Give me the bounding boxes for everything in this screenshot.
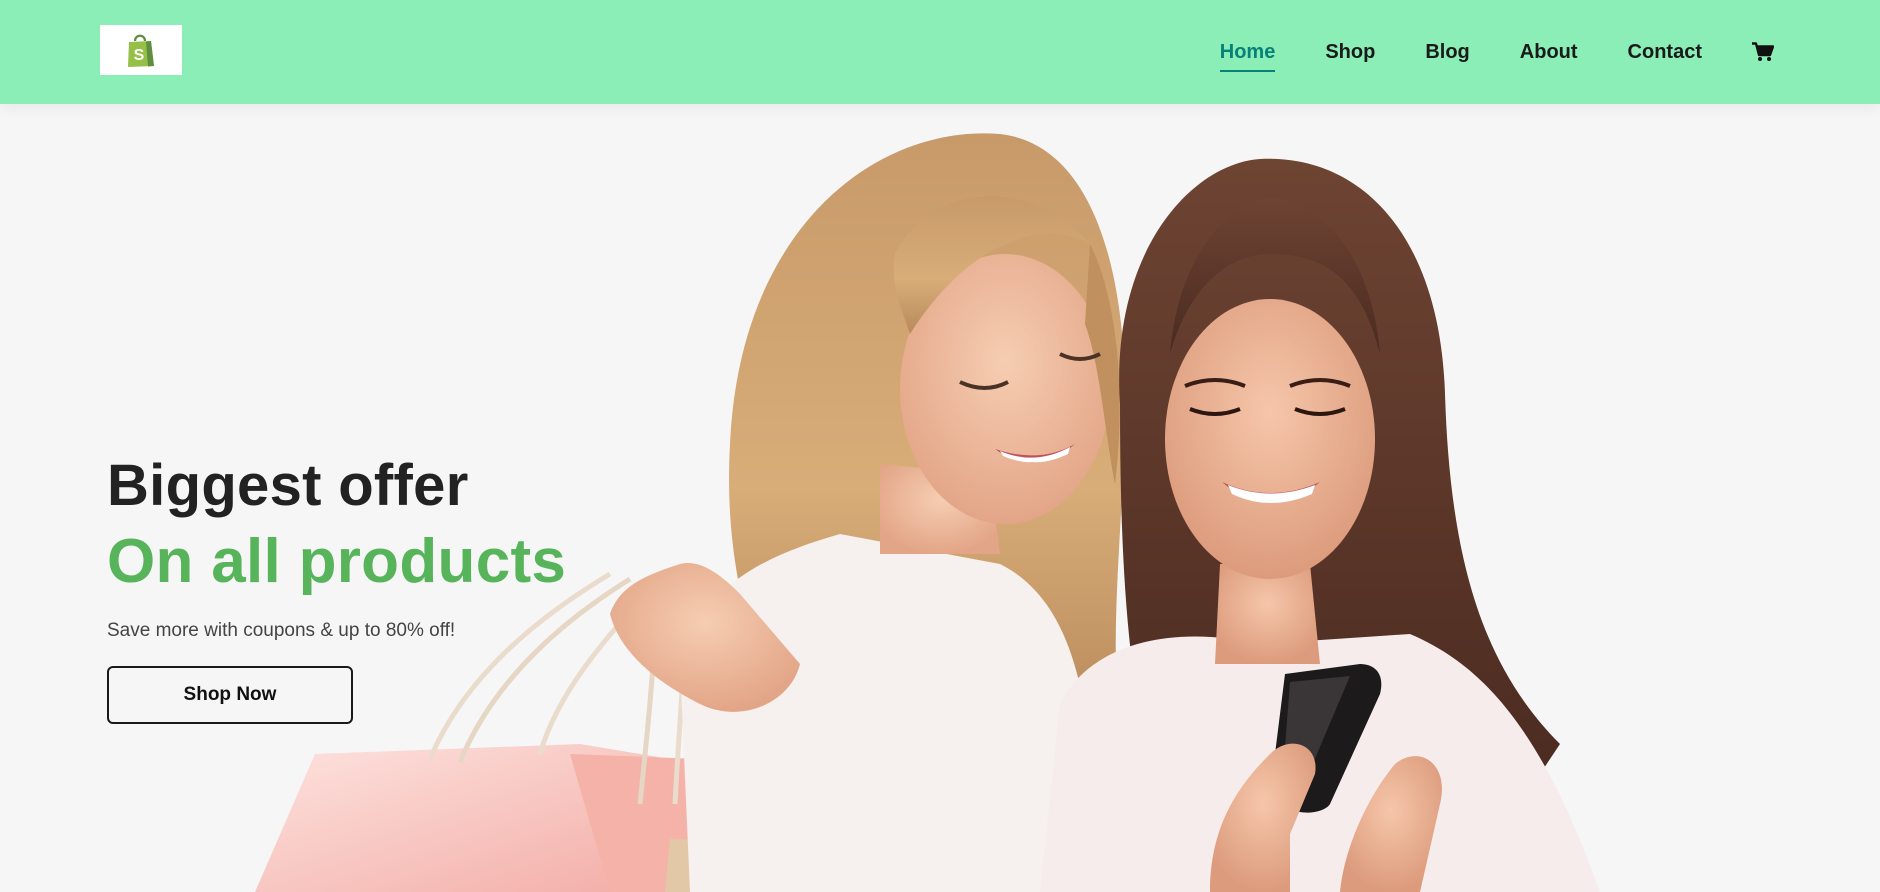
- hero-title: Biggest offer: [107, 453, 469, 518]
- nav-blog[interactable]: Blog: [1425, 40, 1469, 64]
- hero-section: Biggest offer On all products Save more …: [0, 104, 1880, 892]
- cart-icon[interactable]: [1752, 42, 1774, 62]
- hero-subtitle: On all products: [107, 527, 567, 596]
- shopping-bag-logo-icon: S: [128, 34, 154, 67]
- hero-text: Biggest offer On all products Save more …: [107, 450, 566, 724]
- nav-home[interactable]: Home: [1219, 40, 1275, 72]
- site-header: S Home Shop Blog About Contact: [0, 0, 1880, 104]
- main-nav: Home Shop Blog About Contact: [1170, 0, 1774, 104]
- nav-contact[interactable]: Contact: [1628, 40, 1702, 64]
- nav-shop[interactable]: Shop: [1325, 40, 1375, 64]
- shop-now-button[interactable]: Shop Now: [107, 666, 353, 724]
- logo[interactable]: S: [100, 25, 182, 75]
- nav-about[interactable]: About: [1520, 40, 1578, 64]
- svg-text:S: S: [134, 47, 145, 64]
- hero-description: Save more with coupons & up to 80% off!: [107, 620, 456, 641]
